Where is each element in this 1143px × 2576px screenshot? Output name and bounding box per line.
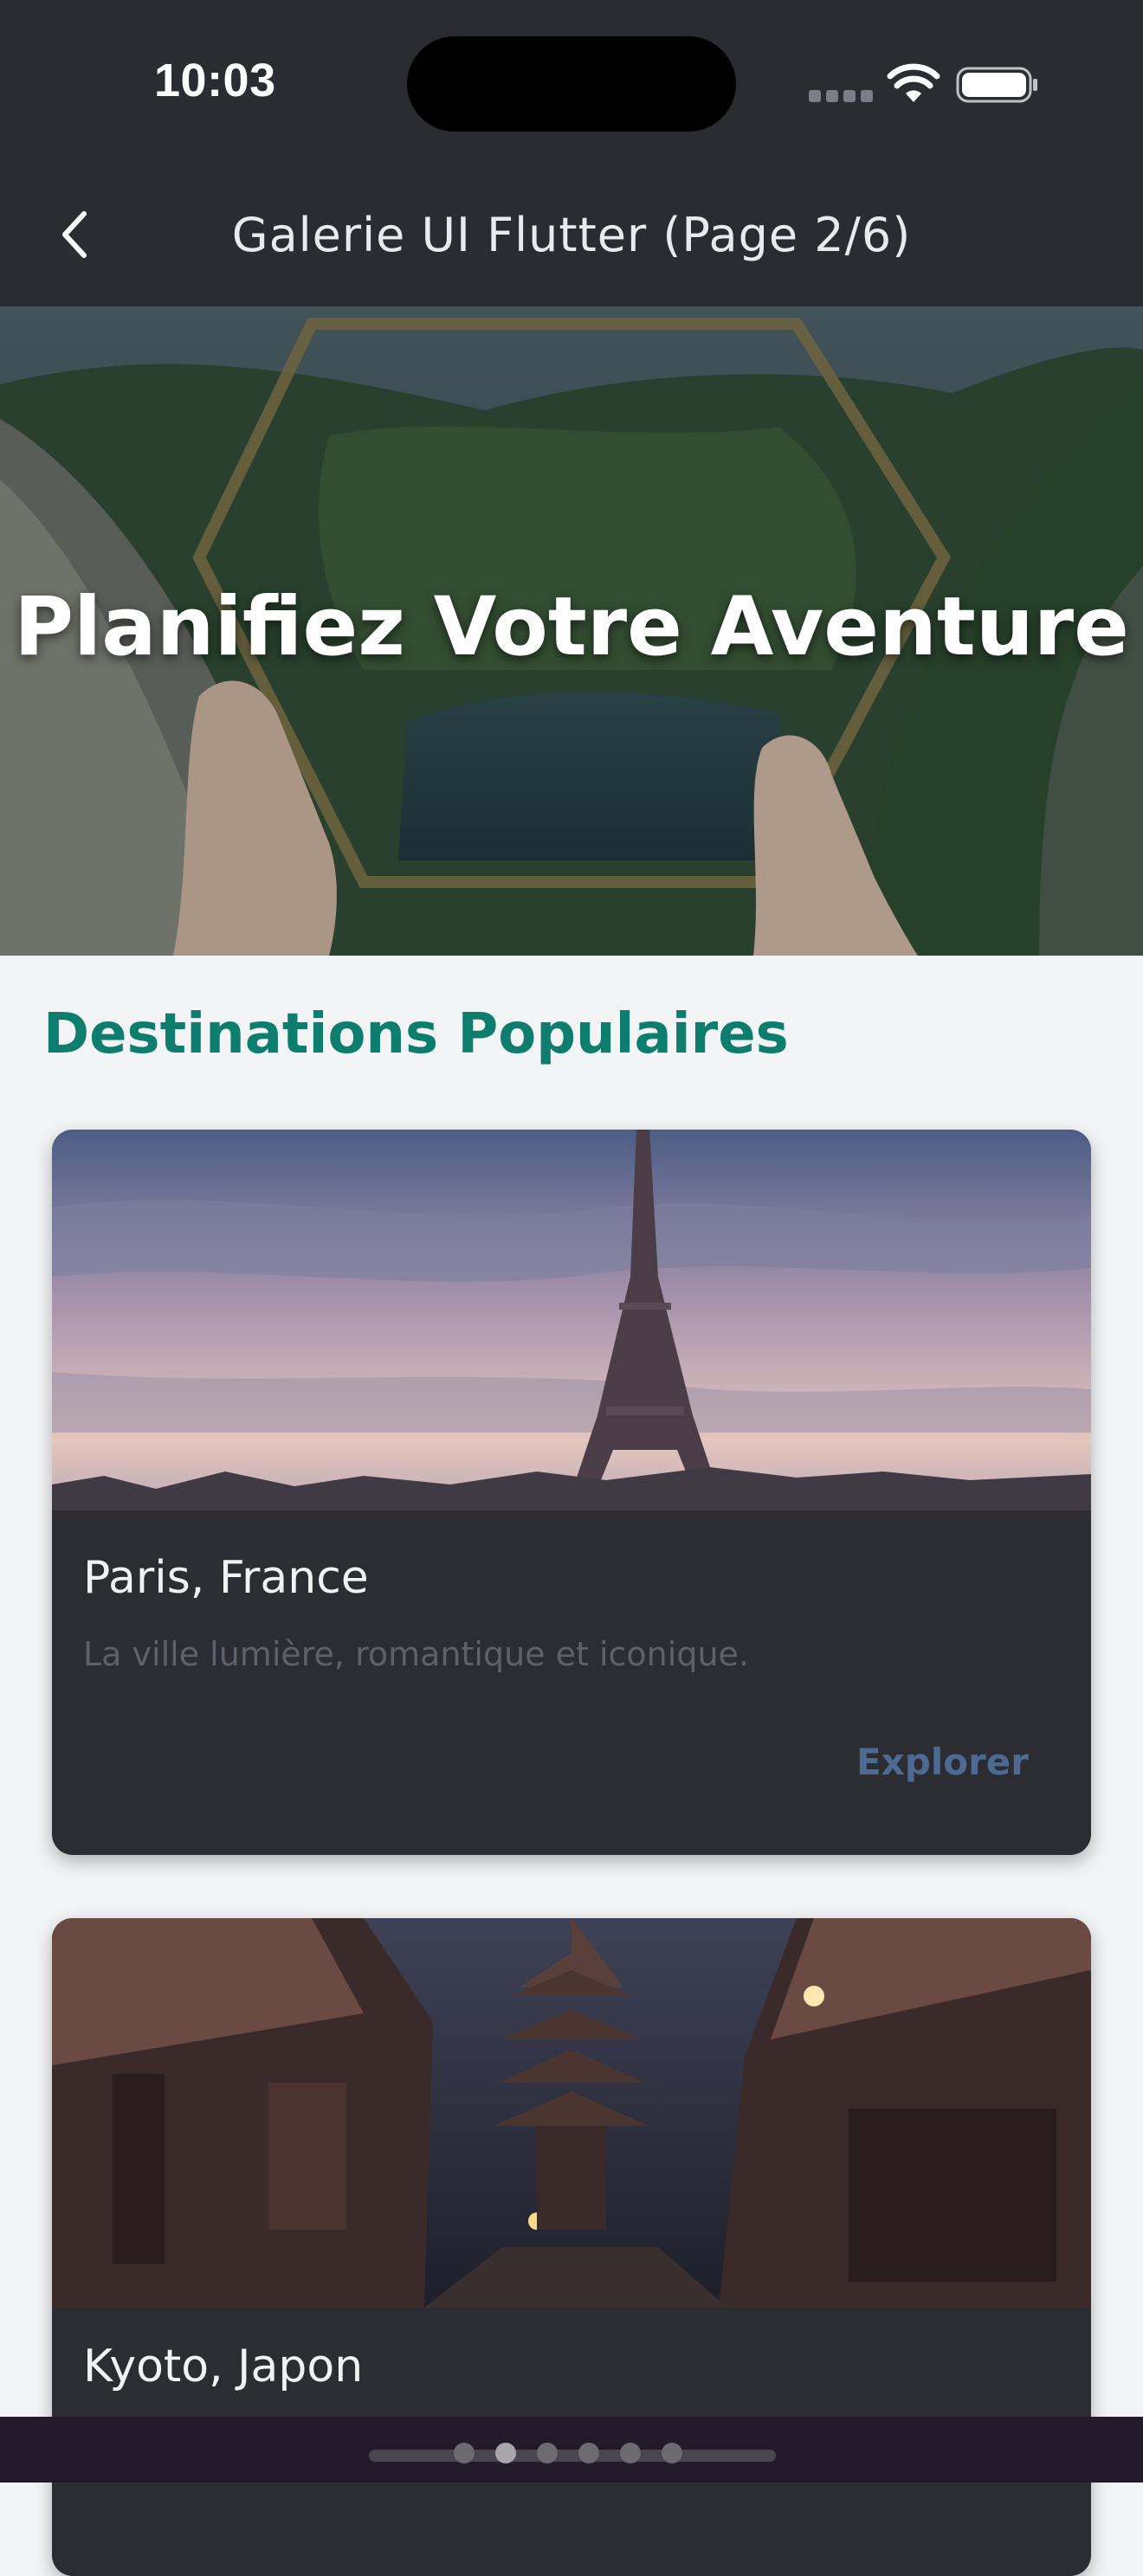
page-dot-5[interactable] (620, 2443, 641, 2463)
page-dot-3[interactable] (537, 2443, 558, 2463)
page-dot-2[interactable] (495, 2443, 516, 2463)
destination-title: Paris, France (83, 1552, 369, 1604)
status-time: 10:03 (154, 55, 276, 106)
bottom-bar (0, 2417, 1143, 2483)
page-dot-1[interactable] (454, 2443, 475, 2463)
page-indicator (454, 2443, 682, 2463)
kyoto-image (52, 1918, 1091, 2308)
destination-description: La ville lumière, romantique et iconique… (83, 1635, 749, 1673)
page-title: Galerie UI Flutter (Page 2/6) (231, 208, 912, 262)
page-dot-4[interactable] (578, 2443, 599, 2463)
status-bar: 10:03 (0, 0, 1143, 164)
battery-icon (956, 67, 1037, 103)
app-bar: Galerie UI Flutter (Page 2/6) (0, 164, 1143, 306)
destination-card-paris[interactable]: Paris, France La ville lumière, romantiq… (52, 1130, 1091, 1855)
hero-title: Planifiez Votre Aventure (14, 580, 1129, 674)
wifi-icon (887, 63, 940, 102)
signal-icon (809, 90, 873, 102)
destination-title: Kyoto, Japon (83, 2341, 364, 2392)
section-title: Destinations Populaires (43, 1002, 789, 1066)
explore-button[interactable]: Explorer (856, 1741, 1029, 1783)
paris-image (52, 1130, 1091, 1519)
dynamic-island (407, 36, 736, 132)
hero-banner: Planifiez Votre Aventure (0, 306, 1143, 956)
page-dot-6[interactable] (662, 2443, 682, 2463)
